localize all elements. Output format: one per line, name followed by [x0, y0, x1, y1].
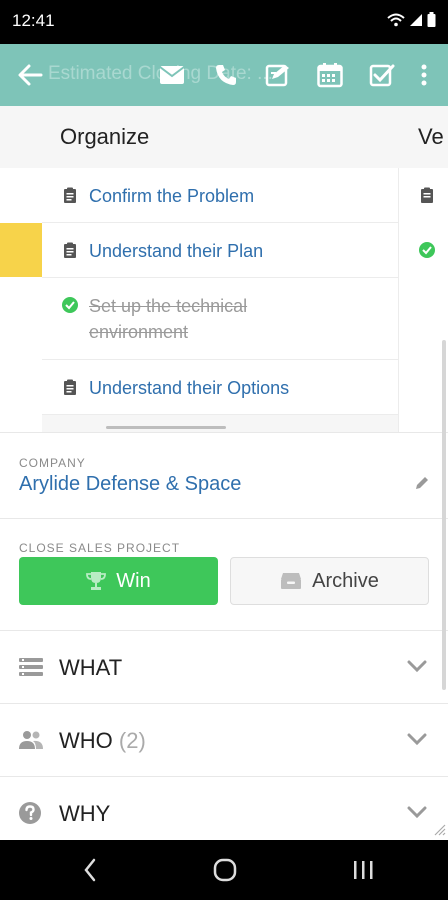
task-button[interactable]	[366, 59, 398, 91]
chevron-down-icon	[407, 733, 427, 746]
wifi-icon	[387, 13, 405, 26]
task-item[interactable]: Understand their Plan	[42, 223, 398, 278]
back-arrow-icon	[18, 64, 43, 86]
calendar-icon	[317, 63, 343, 88]
column-header-organize: Organize	[60, 124, 150, 149]
question-circle-icon	[19, 802, 41, 824]
task-label[interactable]: Understand their Plan	[89, 238, 263, 264]
chevron-down-icon	[407, 806, 427, 819]
board-scroll-handle[interactable]	[106, 426, 226, 429]
check-circle-icon	[62, 297, 78, 313]
task-list: Confirm the Problem Understand their Pla…	[42, 168, 398, 415]
task-label[interactable]: Confirm the Problem	[89, 183, 254, 209]
top-toolbar: Estimated Closing Date: ...	[0, 44, 448, 106]
trophy-icon	[86, 572, 107, 590]
who-section-title: WHO (2)	[59, 728, 146, 754]
resize-grip-icon[interactable]	[430, 820, 446, 836]
who-section-count: (2)	[118, 728, 146, 753]
who-section-header[interactable]: WHO (2)	[0, 703, 448, 776]
clipboard-icon	[64, 379, 76, 395]
pencil-icon[interactable]	[414, 475, 430, 491]
close-project-label: CLOSE SALES PROJECT	[19, 541, 181, 555]
home-circle-icon	[213, 858, 237, 882]
why-section-title: WHY	[59, 801, 111, 826]
company-label: COMPANY	[19, 456, 86, 470]
edit-note-icon	[265, 64, 289, 87]
nav-back-button[interactable]	[75, 856, 105, 884]
company-link[interactable]: Arylide Defense & Space	[19, 473, 241, 496]
chevron-down-icon	[407, 660, 427, 673]
kanban-board[interactable]: Organize Ve Confirm the Problem Understa…	[0, 106, 448, 432]
system-navigation-bar	[0, 840, 448, 900]
email-icon	[159, 66, 185, 84]
status-icons	[387, 12, 436, 27]
check-circle-icon	[419, 242, 435, 258]
recents-icon	[354, 861, 373, 879]
archive-label: Archive	[312, 569, 379, 592]
archive-box-icon	[281, 573, 302, 589]
task-label[interactable]: Set up the technical environment	[89, 293, 349, 345]
phone-icon	[216, 65, 236, 85]
more-options-button[interactable]	[408, 59, 440, 91]
calendar-button[interactable]	[314, 59, 346, 91]
what-section-title: WHAT	[59, 655, 123, 680]
status-time: 12:41	[12, 11, 55, 30]
next-column-edge[interactable]	[398, 168, 448, 432]
page-scrollbar[interactable]	[442, 340, 446, 690]
company-section: COMPANY Arylide Defense & Space	[0, 432, 448, 518]
clipboard-icon	[64, 242, 76, 258]
task-label[interactable]: Understand their Options	[89, 375, 289, 401]
clipboard-icon	[421, 187, 433, 203]
phone-button[interactable]	[210, 59, 242, 91]
edit-note-button[interactable]	[262, 59, 294, 91]
win-label: Win	[116, 569, 151, 592]
win-button[interactable]: Win	[19, 557, 218, 605]
more-vertical-icon	[421, 64, 427, 86]
email-button[interactable]	[156, 59, 188, 91]
nav-home-button[interactable]	[210, 856, 240, 884]
who-section-label: WHO	[59, 728, 113, 753]
column-header-next: Ve	[418, 124, 444, 149]
signal-icon	[410, 13, 422, 26]
nav-recents-button[interactable]	[348, 856, 378, 884]
highlighted-card-edge[interactable]	[0, 223, 42, 277]
checkbox-icon	[369, 64, 395, 87]
task-item-completed[interactable]: Set up the technical environment	[42, 278, 398, 360]
previous-column-edge	[0, 168, 42, 432]
clipboard-icon	[64, 187, 76, 203]
task-item[interactable]: Understand their Options	[42, 360, 398, 415]
back-button[interactable]	[14, 59, 46, 91]
list-icon	[19, 658, 43, 676]
battery-icon	[427, 12, 436, 27]
what-section-header[interactable]: WHAT	[0, 630, 448, 703]
why-section-header[interactable]: WHY	[0, 776, 448, 840]
chevron-left-icon	[84, 858, 96, 882]
status-bar: 12:41	[0, 0, 448, 44]
people-icon	[19, 731, 43, 749]
archive-button[interactable]: Archive	[230, 557, 429, 605]
close-project-section: CLOSE SALES PROJECT Win Archive	[0, 518, 448, 630]
task-item[interactable]: Confirm the Problem	[42, 168, 398, 223]
